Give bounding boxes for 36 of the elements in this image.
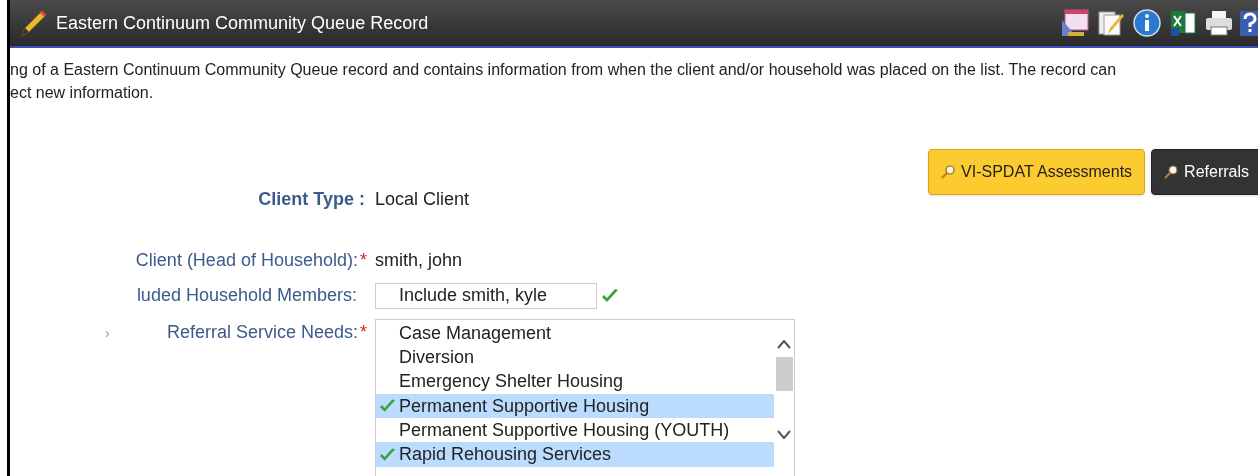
pencil-icon: [18, 8, 48, 38]
list-option[interactable]: Diversion: [376, 345, 774, 370]
edit-document-icon[interactable]: [1096, 8, 1126, 38]
checkmark-icon: [601, 287, 619, 304]
window-title: Eastern Continuum Community Queue Record: [56, 11, 429, 35]
list-option[interactable]: Emergency Shelter Housing: [376, 369, 774, 394]
field-value: Local Client: [375, 188, 471, 211]
info-icon[interactable]: [1132, 8, 1162, 38]
intro-text: ect new information.: [10, 83, 155, 103]
field-label: Referral Service Needs:: [166, 322, 358, 342]
scroll-down-icon[interactable]: [777, 430, 791, 440]
field-label: Client (Head of Household):: [135, 250, 358, 270]
field-label: Client Type :: [258, 189, 365, 209]
scroll-thumb[interactable]: [775, 357, 793, 391]
list-option[interactable]: Permanent Supportive Housing: [376, 393, 774, 419]
form-ruler-icon[interactable]: [1060, 8, 1090, 38]
intro-text: ng of a Eastern Continuum Community Queue record and contains information from when the client and/or household was placed on the list. The record can: [10, 60, 1118, 80]
referrals-button[interactable]: Referrals: [1151, 149, 1258, 195]
list-option[interactable]: Rapid Rehousing Services: [376, 442, 774, 467]
list-option[interactable]: Permanent Supportive Housing (YOUTH): [376, 418, 774, 443]
magnifier-icon: [1164, 165, 1179, 179]
marker-text: ›: [105, 324, 110, 343]
service-needs-list[interactable]: Case Management Diversion Emergency Shelter Housing Permanent Supportive Housing Permanent Supportive Housing (YOUTH) Rapid Rehousing Services: [375, 319, 795, 476]
required-asterisk: *: [360, 322, 367, 342]
print-icon[interactable]: [1204, 8, 1234, 38]
help-icon[interactable]: [1240, 8, 1258, 38]
member-field[interactable]: Include smith, kyle: [375, 282, 597, 309]
scroll-up-icon[interactable]: [777, 339, 791, 349]
excel-icon[interactable]: [1168, 8, 1198, 38]
checkmark-icon: [379, 446, 396, 463]
required-asterisk: *: [360, 250, 367, 270]
field-value: smith, john: [375, 249, 464, 272]
field-label: luded Household Members:: [136, 285, 357, 305]
assessments-button[interactable]: VI-SPDAT Assessments: [928, 149, 1146, 195]
list-option[interactable]: Case Management: [376, 321, 774, 346]
magnifier-icon: [941, 165, 956, 179]
